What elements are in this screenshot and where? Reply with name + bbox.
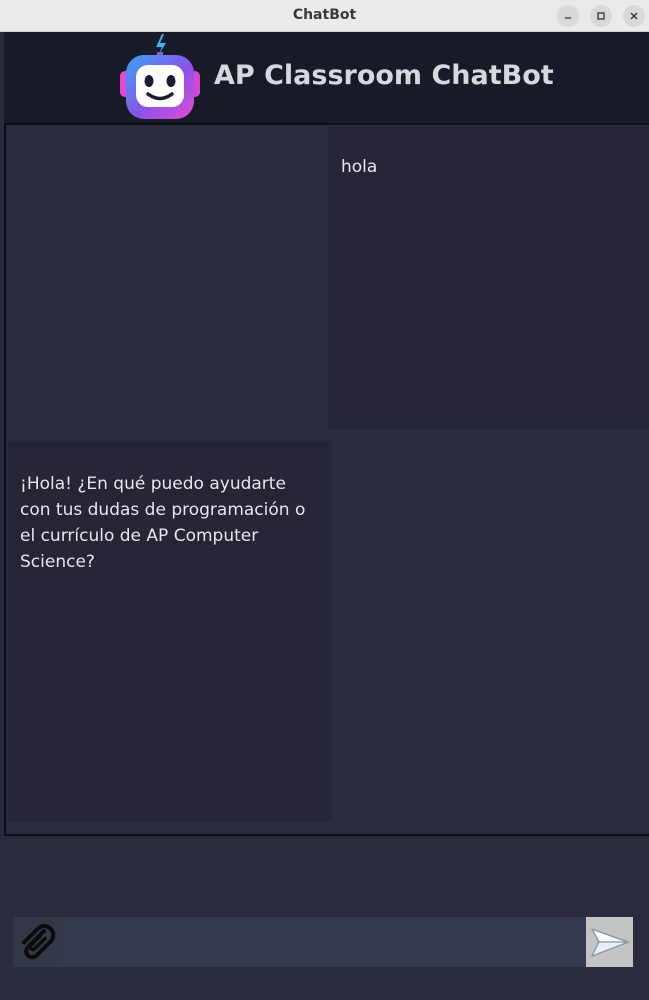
- minimize-button[interactable]: [557, 5, 579, 27]
- user-message-text: hola: [341, 157, 378, 177]
- send-button[interactable]: [586, 917, 633, 967]
- minimize-icon: [565, 17, 571, 19]
- app-header: AP Classroom ChatBot: [4, 32, 649, 125]
- close-icon: [630, 12, 638, 20]
- maximize-icon: [597, 12, 605, 20]
- robot-icon: [120, 34, 200, 119]
- maximize-button[interactable]: [590, 5, 612, 27]
- window-title: ChatBot: [292, 7, 357, 23]
- close-button[interactable]: [623, 5, 645, 27]
- paperclip-icon: [22, 924, 56, 960]
- bot-message-text: ¡Hola! ¿En qué puedo ayudarte con tus du…: [20, 474, 306, 572]
- message-input[interactable]: [63, 917, 586, 967]
- chatbot-window: ChatBot AP Classroom ChatBot hola ¡Hola!…: [0, 0, 649, 1000]
- bot-message-bubble: ¡Hola! ¿En qué puedo ayudarte con tus du…: [8, 441, 332, 822]
- title-bar[interactable]: ChatBot: [0, 0, 649, 32]
- chat-history[interactable]: hola ¡Hola! ¿En qué puedo ayudarte con t…: [4, 125, 649, 836]
- user-message-bubble: hola: [328, 127, 649, 429]
- attach-button[interactable]: [13, 917, 63, 967]
- paper-plane-icon: [590, 928, 629, 957]
- app-title: AP Classroom ChatBot: [214, 60, 554, 91]
